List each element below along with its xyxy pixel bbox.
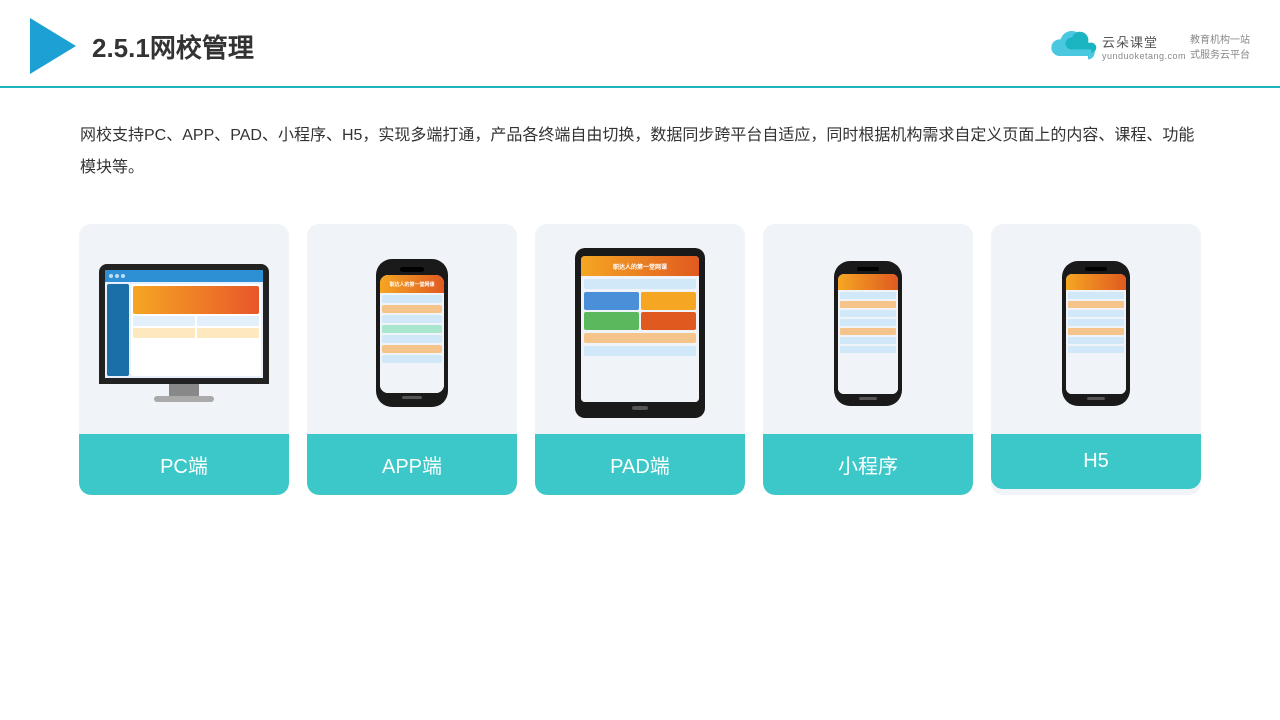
- pad-tablet-icon: 职达人的第一堂网课: [575, 248, 705, 418]
- page-title: 2.5.1网校管理: [92, 28, 254, 65]
- description-text: 网校支持PC、APP、PAD、小程序、H5，实现多端打通，产品各终端自由切换，数…: [0, 88, 1280, 204]
- card-miniprogram-label: 小程序: [763, 434, 973, 495]
- brand-domain: yunduoketang.com: [1102, 51, 1186, 61]
- brand-icon-area: 云朵课堂 yunduoketang.com 教育机构一站 式服务云平台: [1048, 31, 1250, 61]
- card-miniprogram: 小程序: [763, 224, 973, 495]
- app-phone-icon: 职达人的第一堂网课: [376, 259, 448, 407]
- header-left: 2.5.1网校管理: [30, 18, 254, 74]
- card-h5: H5: [991, 224, 1201, 495]
- card-pad-label: PAD端: [535, 434, 745, 495]
- card-pc-label: PC端: [79, 434, 289, 495]
- card-pc: PC端: [79, 224, 289, 495]
- card-app-label: APP端: [307, 434, 517, 495]
- card-miniprogram-image: [763, 224, 973, 434]
- brand-logo: 云朵课堂 yunduoketang.com 教育机构一站 式服务云平台: [1048, 31, 1250, 61]
- logo-triangle-icon: [30, 18, 76, 74]
- header: 2.5.1网校管理 云朵课堂 yunduoketang.com 教育机构一站 式…: [0, 0, 1280, 88]
- platform-cards: PC端 职达人的第一堂网课: [0, 204, 1280, 495]
- brand-slogan: 教育机构一站 式服务云平台: [1190, 31, 1250, 61]
- card-pc-image: [79, 224, 289, 434]
- brand-name-text: 云朵课堂 yunduoketang.com: [1102, 32, 1186, 61]
- pc-monitor-icon: [99, 264, 269, 402]
- card-h5-image: [991, 224, 1201, 434]
- card-pad: 职达人的第一堂网课: [535, 224, 745, 495]
- card-pad-image: 职达人的第一堂网课: [535, 224, 745, 434]
- card-app-image: 职达人的第一堂网课: [307, 224, 517, 434]
- miniprogram-phone-icon: [834, 261, 902, 406]
- brand-name: 云朵课堂: [1102, 32, 1186, 51]
- card-app: 职达人的第一堂网课 APP端: [307, 224, 517, 495]
- card-h5-label: H5: [991, 434, 1201, 489]
- h5-phone-icon: [1062, 261, 1130, 406]
- cloud-icon: [1048, 31, 1098, 61]
